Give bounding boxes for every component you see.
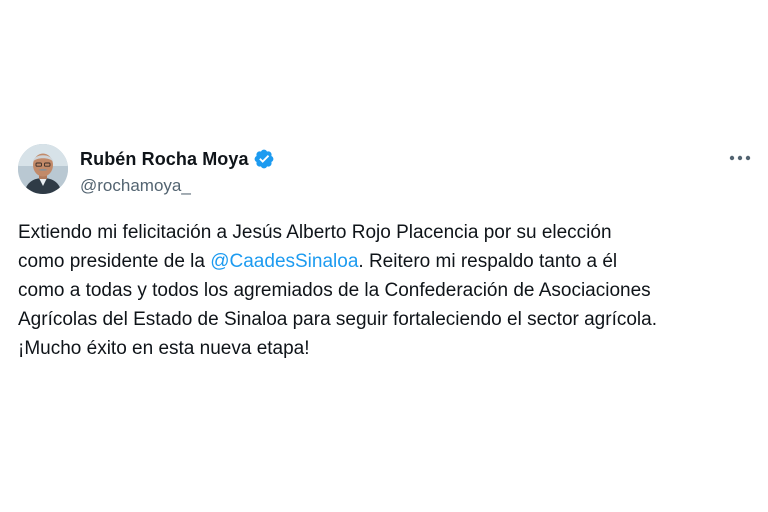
tweet-text-segment: . Reitero mi respaldo tanto a él — [358, 251, 618, 272]
author-handle[interactable]: @rochamoya_ — [80, 176, 191, 196]
tweet-text-segment: como presidente de la — [18, 251, 211, 272]
profile-photo-icon — [18, 144, 68, 194]
avatar[interactable] — [18, 144, 68, 194]
tweet-text-line: Extiendo mi felicitación a Jesús Alberto… — [18, 222, 612, 243]
more-options-icon[interactable] — [724, 146, 756, 170]
tweet-text-line: como a todas y todos los agremiados de l… — [18, 280, 651, 301]
tweet-text-line: ¡Mucho éxito en esta nueva etapa! — [18, 338, 310, 359]
mention-link[interactable]: @CaadesSinaloa — [210, 251, 358, 272]
verified-badge-icon — [253, 148, 275, 170]
tweet-text: Extiendo mi felicitación a Jesús Alberto… — [18, 218, 758, 363]
author-display-name[interactable]: Rubén Rocha Moya — [80, 149, 249, 170]
tweet-text-line: como presidente de la @CaadesSinaloa. Re… — [18, 247, 758, 276]
author-name-row: Rubén Rocha Moya — [80, 148, 275, 170]
tweet-card: Rubén Rocha Moya @rochamoya_ Extiendo mi… — [0, 0, 768, 512]
tweet-text-line: Agrícolas del Estado de Sinaloa para seg… — [18, 309, 657, 330]
